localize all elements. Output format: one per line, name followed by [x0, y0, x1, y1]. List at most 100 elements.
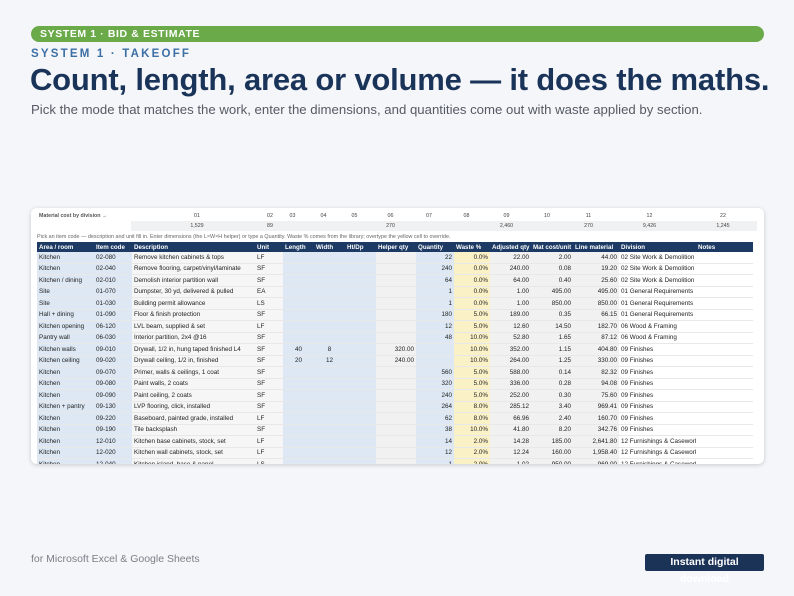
cell-line-material[interactable]: 25.60 — [573, 274, 619, 287]
cell-division[interactable]: 09 Finishes — [619, 412, 696, 425]
cell-division[interactable]: 12 Furnishings & Casework — [619, 447, 696, 459]
col-header-description[interactable]: Description — [132, 242, 255, 252]
cell-description[interactable]: Remove flooring, carpet/vinyl/laminate — [132, 263, 255, 275]
cell-area[interactable]: Kitchen opening — [37, 320, 94, 333]
cell-item-code[interactable]: 02-080 — [94, 252, 132, 264]
cell-area[interactable]: Kitchen — [37, 424, 94, 436]
cell-notes[interactable] — [696, 401, 753, 413]
cell-unit[interactable]: LF — [255, 435, 283, 448]
cell-mat-cost[interactable]: 1.65 — [531, 332, 573, 344]
cell-adjusted-qty[interactable]: 1.02 — [490, 458, 531, 464]
cell-quantity[interactable]: 264 — [416, 401, 454, 413]
cell-mat-cost[interactable]: 850.00 — [531, 297, 573, 310]
cell-height[interactable] — [345, 424, 376, 436]
cell-notes[interactable] — [696, 343, 753, 356]
col-header-helper-qty[interactable]: Helper qty — [376, 242, 416, 252]
cell-area[interactable]: Kitchen ceiling — [37, 355, 94, 367]
cell-line-material[interactable]: 75.60 — [573, 389, 619, 402]
cell-notes[interactable] — [696, 286, 753, 298]
cell-line-material[interactable]: 850.00 — [573, 297, 619, 310]
col-header-height[interactable]: Ht/Dp — [345, 242, 376, 252]
cell-item-code[interactable]: 06-120 — [94, 320, 132, 333]
cell-division[interactable]: 09 Finishes — [619, 343, 696, 356]
cell-height[interactable] — [345, 435, 376, 448]
cell-division[interactable]: 02 Site Work & Demolition — [619, 252, 696, 264]
cell-length[interactable] — [283, 378, 314, 390]
cell-line-material[interactable]: 19.20 — [573, 263, 619, 275]
cell-line-material[interactable]: 87.12 — [573, 332, 619, 344]
cell-width[interactable] — [314, 263, 345, 275]
cell-notes[interactable] — [696, 389, 753, 402]
cell-line-material[interactable]: 969.41 — [573, 401, 619, 413]
cell-division[interactable]: 09 Finishes — [619, 366, 696, 379]
cell-waste[interactable]: 5.0% — [454, 389, 490, 402]
cell-line-material[interactable]: 495.00 — [573, 286, 619, 298]
cell-height[interactable] — [345, 263, 376, 275]
cell-helper-qty[interactable] — [376, 458, 416, 464]
cell-area[interactable]: Kitchen — [37, 412, 94, 425]
cell-waste[interactable]: 5.0% — [454, 366, 490, 379]
cell-waste[interactable]: 5.0% — [454, 378, 490, 390]
cell-height[interactable] — [345, 355, 376, 367]
cell-adjusted-qty[interactable]: 1.00 — [490, 286, 531, 298]
cell-item-code[interactable]: 09-190 — [94, 424, 132, 436]
cell-width[interactable] — [314, 297, 345, 310]
cell-division[interactable]: 09 Finishes — [619, 355, 696, 367]
cell-notes[interactable] — [696, 320, 753, 333]
cell-line-material[interactable]: 404.80 — [573, 343, 619, 356]
cell-quantity[interactable]: 1 — [416, 286, 454, 298]
cell-width[interactable]: 12 — [314, 355, 345, 367]
cell-quantity[interactable]: 1 — [416, 458, 454, 464]
cell-waste[interactable]: 2.0% — [454, 447, 490, 459]
cell-line-material[interactable]: 969.00 — [573, 458, 619, 464]
cell-area[interactable]: Kitchen — [37, 378, 94, 390]
cell-waste[interactable]: 8.0% — [454, 401, 490, 413]
cell-helper-qty[interactable] — [376, 297, 416, 310]
cell-adjusted-qty[interactable]: 66.96 — [490, 412, 531, 425]
cell-quantity[interactable]: 12 — [416, 320, 454, 333]
cell-notes[interactable] — [696, 412, 753, 425]
cell-height[interactable] — [345, 297, 376, 310]
cell-unit[interactable]: LF — [255, 252, 283, 264]
cell-quantity[interactable]: 240 — [416, 263, 454, 275]
cell-width[interactable]: 8 — [314, 343, 345, 356]
cell-waste[interactable]: 0.0% — [454, 297, 490, 310]
cell-length[interactable] — [283, 412, 314, 425]
cell-description[interactable]: Floor & finish protection — [132, 309, 255, 321]
col-header-notes[interactable]: Notes — [696, 242, 753, 252]
cell-description[interactable]: Remove kitchen cabinets & tops — [132, 252, 255, 264]
cell-area[interactable]: Hall + dining — [37, 309, 94, 321]
cell-width[interactable] — [314, 424, 345, 436]
cell-width[interactable] — [314, 274, 345, 287]
cell-helper-qty[interactable] — [376, 274, 416, 287]
cell-height[interactable] — [345, 412, 376, 425]
cell-height[interactable] — [345, 309, 376, 321]
cell-length[interactable] — [283, 263, 314, 275]
cell-unit[interactable]: SF — [255, 309, 283, 321]
cell-unit[interactable]: SF — [255, 424, 283, 436]
cell-waste[interactable]: 0.0% — [454, 286, 490, 298]
cell-helper-qty[interactable] — [376, 252, 416, 264]
cell-description[interactable]: Kitchen wall cabinets, stock, set — [132, 447, 255, 459]
cell-waste[interactable]: 0.0% — [454, 252, 490, 264]
cell-division[interactable]: 12 Furnishings & Casework — [619, 435, 696, 448]
cell-quantity[interactable]: 560 — [416, 366, 454, 379]
cell-helper-qty[interactable] — [376, 309, 416, 321]
cell-adjusted-qty[interactable]: 240.00 — [490, 263, 531, 275]
cell-notes[interactable] — [696, 252, 753, 264]
cell-item-code[interactable]: 01-090 — [94, 309, 132, 321]
col-header-area[interactable]: Area / room — [37, 242, 94, 252]
cell-item-code[interactable]: 01-070 — [94, 286, 132, 298]
cell-height[interactable] — [345, 366, 376, 379]
cell-waste[interactable]: 10.0% — [454, 424, 490, 436]
cell-quantity[interactable] — [416, 343, 454, 356]
cell-area[interactable]: Pantry wall — [37, 332, 94, 344]
cell-line-material[interactable]: 160.70 — [573, 412, 619, 425]
col-header-line-material[interactable]: Line material — [573, 242, 619, 252]
cell-quantity[interactable]: 240 — [416, 389, 454, 402]
cell-helper-qty[interactable] — [376, 286, 416, 298]
cell-division[interactable]: 01 General Requirements — [619, 297, 696, 310]
cell-line-material[interactable]: 82.32 — [573, 366, 619, 379]
cell-unit[interactable]: SF — [255, 355, 283, 367]
cell-adjusted-qty[interactable]: 12.60 — [490, 320, 531, 333]
